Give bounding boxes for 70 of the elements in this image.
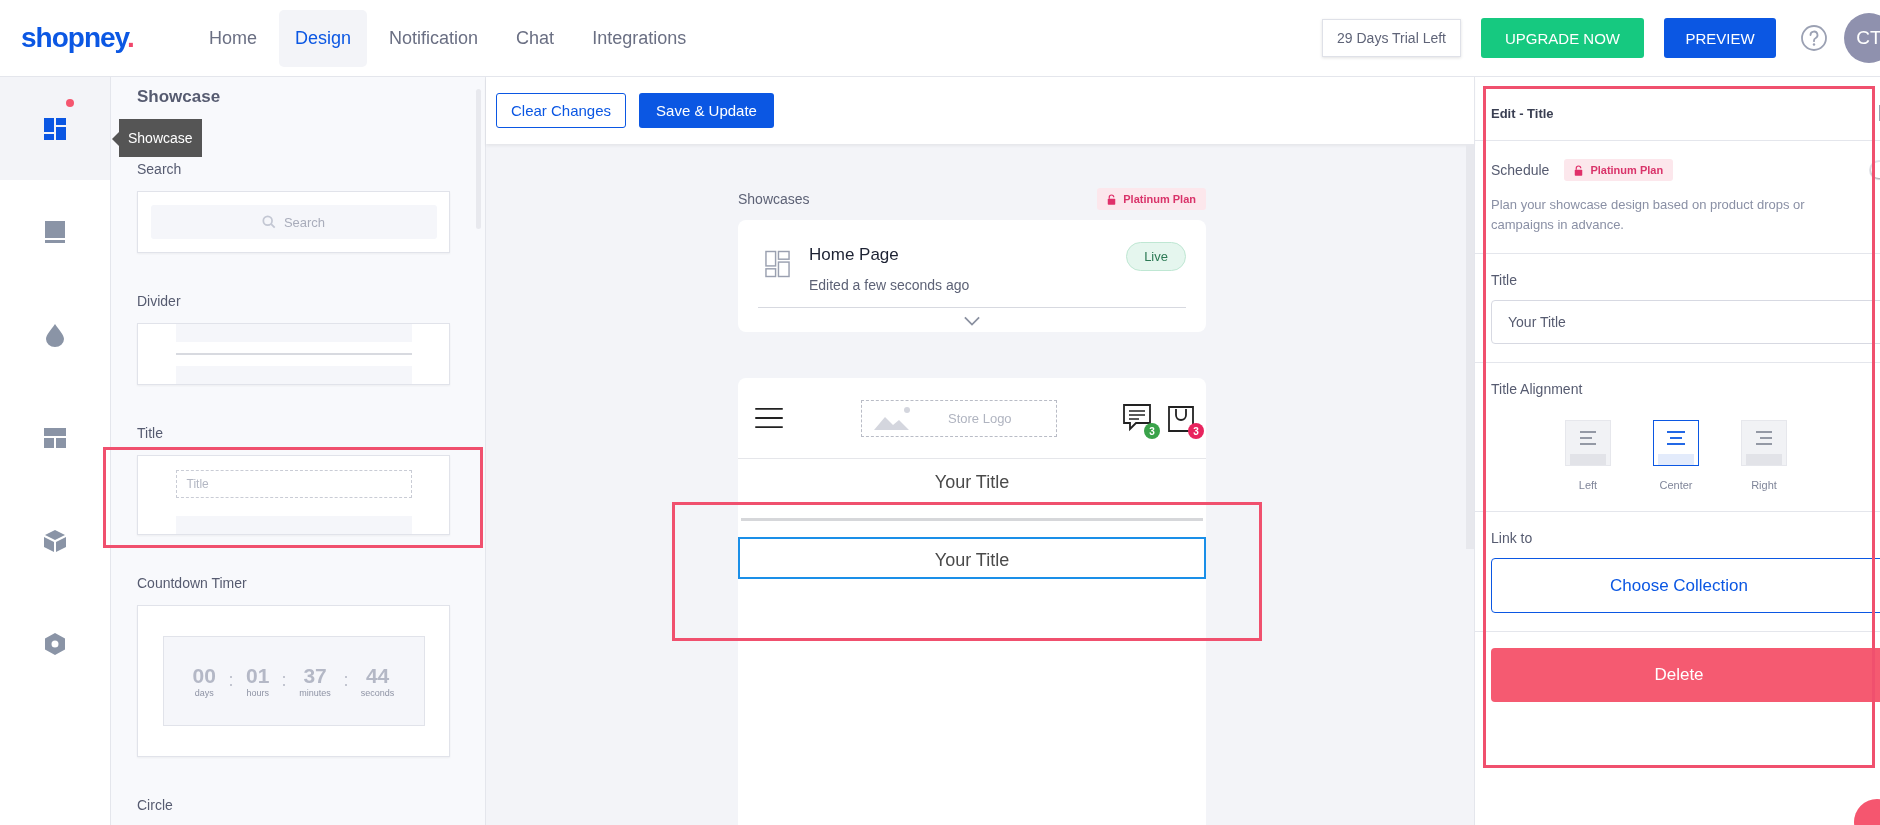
alignment-option[interactable]: Left [1566, 421, 1610, 491]
component-label: Title [137, 425, 164, 441]
cube-icon [43, 528, 67, 553]
tooltip: Showcase [119, 119, 202, 157]
nav-tab[interactable]: Chat [500, 9, 571, 67]
component-label: Circle [137, 797, 174, 813]
count-badge: 3 [1144, 423, 1160, 439]
trial-badge: 29 Days Trial Left [1322, 19, 1461, 57]
text-align-icon [1742, 421, 1786, 465]
alignment-option[interactable]: Center [1654, 421, 1698, 491]
delete-button[interactable]: Delete [1491, 648, 1880, 702]
book-icon [43, 219, 67, 244]
save-update-button[interactable]: Save & Update [639, 93, 774, 128]
component-label: Countdown Timer [137, 575, 248, 591]
lock-icon [1574, 164, 1584, 176]
component-label: Search [137, 161, 183, 177]
layout-icon [765, 250, 790, 278]
timer-digits: 44 [365, 664, 390, 688]
plan-badge: Platinum Plan [1097, 188, 1206, 210]
clear-changes-button[interactable]: Clear Changes [496, 93, 627, 128]
rail-tab[interactable] [0, 77, 110, 180]
schedule-label: Schedule [1491, 162, 1550, 178]
nav-tab[interactable]: Notification [373, 9, 495, 67]
field-label: Link to [1491, 530, 1534, 546]
choose-collection-button[interactable]: Choose Collection [1491, 558, 1880, 613]
timer-unit: seconds [360, 688, 395, 698]
plan-badge: Platinum Plan [1564, 159, 1674, 181]
search-icon [261, 215, 276, 229]
schedule-description: Plan your showcase design based on product drops or campaigns in advance. [1491, 196, 1806, 234]
field-label: Title [1491, 272, 1518, 288]
timer-digits: 01 [245, 664, 270, 688]
section-label: Showcases [738, 191, 810, 207]
timer-digits: 37 [303, 664, 327, 688]
count-badge: 3 [1188, 423, 1204, 439]
menu-icon[interactable] [754, 407, 784, 429]
text-align-icon [1566, 421, 1610, 465]
nav-tab[interactable]: Design [279, 9, 368, 67]
scrollbar[interactable] [1466, 144, 1474, 549]
text-align-icon [1654, 421, 1698, 465]
layout-icon [43, 425, 67, 450]
timer-unit: hours [246, 688, 269, 698]
search-placeholder: Search [283, 214, 326, 230]
chevron-down-icon[interactable] [964, 316, 980, 326]
edited-time: Edited a few seconds ago [809, 277, 971, 293]
title-block[interactable]: Your Title [738, 459, 1206, 501]
hexagon-icon [43, 631, 67, 656]
title-block[interactable]: Your Title [738, 537, 1206, 579]
panel-heading: Showcase [137, 87, 222, 108]
timer-unit: minutes [299, 688, 331, 698]
timer-digits: 00 [192, 664, 216, 688]
nav-tab[interactable]: Integrations [576, 9, 703, 67]
dashboard-icon [43, 116, 67, 141]
component-label: Divider [137, 293, 182, 309]
panel-title: Edit - Title [1491, 105, 1554, 121]
nav-tab[interactable]: Home [193, 9, 273, 67]
preview-button[interactable]: PREVIEW [1664, 18, 1776, 58]
countdown-component-card[interactable]: 00 days 01 hours 37 minutes 44 seconds [137, 605, 450, 757]
shopney-logo[interactable]: shopney. [21, 22, 171, 54]
title-input[interactable]: Your Title [1491, 300, 1880, 344]
store-logo-text: Store Logo [948, 410, 1012, 426]
alignment-option[interactable]: Right [1742, 421, 1786, 491]
page-card[interactable]: Home Page Edited a few seconds ago Live [738, 220, 1206, 332]
lock-icon [1107, 193, 1117, 205]
status-badge: Live [1126, 242, 1186, 271]
title-placeholder: Title [175, 470, 412, 498]
page-name: Home Page [809, 245, 900, 265]
help-icon[interactable] [1800, 24, 1828, 52]
drop-icon [43, 322, 67, 347]
timer-unit: days [194, 688, 214, 698]
field-label: Title Alignment [1491, 381, 1584, 397]
